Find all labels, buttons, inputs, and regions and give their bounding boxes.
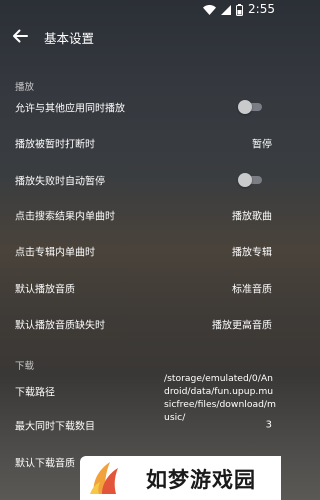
setting-quality-fallback[interactable]: 默认播放音质缺失时 播放更高音质	[0, 306, 281, 342]
setting-value: 播放专辑	[232, 247, 272, 259]
setting-interrupt-behavior[interactable]: 播放被暂时打断时 暂停	[0, 125, 281, 161]
setting-auto-pause-on-fail[interactable]: 播放失败时自动暂停	[0, 162, 281, 198]
setting-album-track-click[interactable]: 点击专辑内单曲时 播放专辑	[0, 233, 281, 269]
watermark-logo-icon	[90, 462, 118, 494]
setting-allow-concurrent-play[interactable]: 允许与其他应用同时播放	[0, 89, 281, 125]
page-title: 基本设置	[44, 31, 95, 46]
setting-label: 播放被暂时打断时	[15, 139, 95, 151]
watermark-text: 如梦游戏园	[146, 468, 256, 492]
setting-value: 3	[265, 419, 272, 431]
status-time: 2:55	[248, 2, 275, 16]
setting-label: 默认播放音质缺失时	[15, 320, 105, 332]
setting-default-quality[interactable]: 默认播放音质 标准音质	[0, 270, 281, 306]
setting-value: 播放更高音质	[212, 320, 272, 332]
signal-icon	[221, 5, 231, 15]
app-bar: 基本设置	[0, 20, 281, 52]
setting-max-concurrent-downloads[interactable]: 最大同时下载数目 3	[0, 407, 281, 443]
setting-value: 暂停	[252, 139, 272, 151]
toggle-thumb	[238, 173, 252, 187]
battery-icon	[236, 4, 243, 16]
setting-value: 标准音质	[232, 284, 272, 296]
wifi-icon	[203, 5, 216, 15]
toggle-switch[interactable]	[238, 100, 264, 114]
setting-label: 允许与其他应用同时播放	[15, 103, 125, 115]
setting-search-result-click[interactable]: 点击搜索结果内单曲时 播放歌曲	[0, 197, 281, 233]
setting-label: 点击搜索结果内单曲时	[15, 211, 115, 223]
setting-label: 点击专辑内单曲时	[15, 247, 95, 259]
watermark: 如梦游戏园	[80, 456, 281, 500]
setting-label: 播放失败时自动暂停	[15, 176, 105, 188]
setting-label: 默认播放音质	[15, 284, 75, 296]
setting-label: 最大同时下载数目	[15, 421, 95, 433]
setting-value: 播放歌曲	[232, 211, 272, 223]
toggle-switch[interactable]	[238, 173, 264, 187]
toggle-thumb	[238, 100, 252, 114]
setting-label: 默认下载音质	[15, 458, 75, 470]
arrow-left-icon[interactable]	[12, 28, 28, 44]
status-bar: 2:55	[0, 0, 281, 20]
setting-label: 下载路径	[15, 387, 55, 399]
status-icons	[203, 4, 243, 16]
